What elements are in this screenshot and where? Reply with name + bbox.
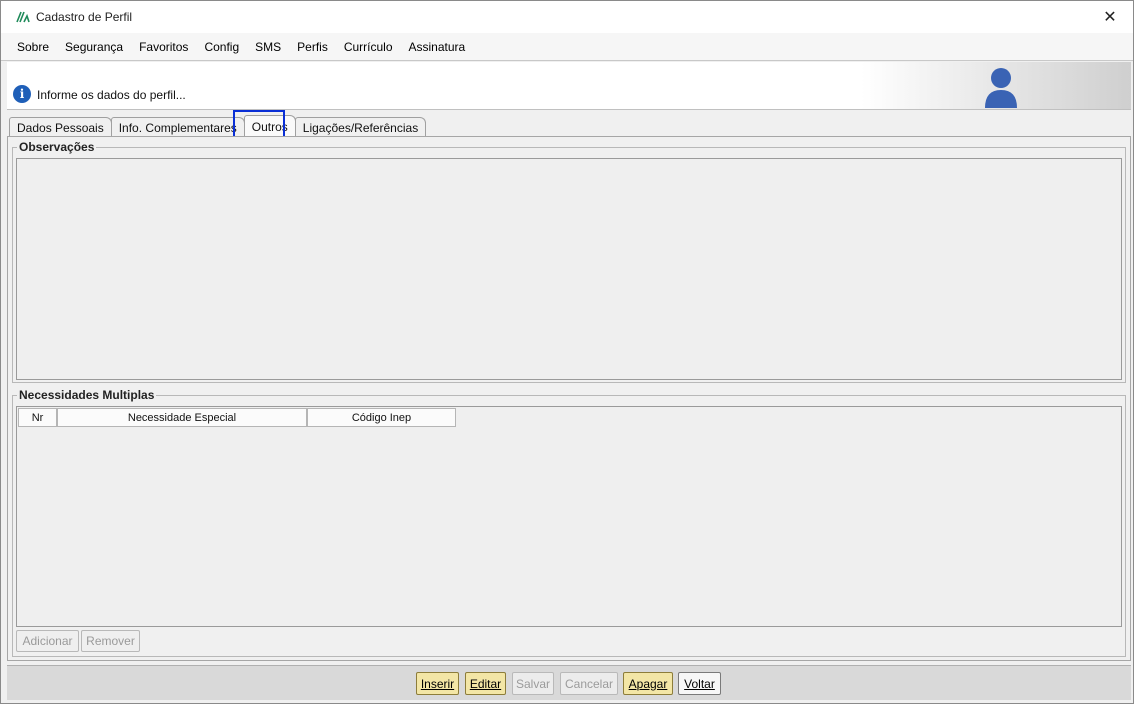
necessidades-table[interactable]: Nr Necessidade Especial Código Inep [16, 406, 1122, 627]
window-title: Cadastro de Perfil [36, 10, 133, 24]
voltar-label: Voltar [684, 676, 715, 691]
info-banner: i Informe os dados do perfil... [7, 62, 1131, 110]
info-icon: i [13, 85, 31, 103]
cancelar-label: Cancelar [564, 676, 614, 691]
salvar-button[interactable]: Salvar [512, 672, 554, 695]
column-header-necessidade-especial[interactable]: Necessidade Especial [57, 408, 307, 427]
column-header-codigo-inep[interactable]: Código Inep [307, 408, 456, 427]
menu-curriculo[interactable]: Currículo [336, 40, 401, 54]
voltar-button[interactable]: Voltar [678, 672, 721, 695]
menu-config[interactable]: Config [196, 40, 247, 54]
menu-seguranca[interactable]: Segurança [57, 40, 131, 54]
close-button[interactable]: ✕ [1087, 1, 1133, 33]
close-icon: ✕ [1103, 9, 1117, 26]
app-logo-icon [16, 11, 30, 23]
apagar-label: Apagar [628, 676, 668, 691]
menu-favoritos[interactable]: Favoritos [131, 40, 196, 54]
editar-label: Editar [469, 676, 502, 691]
apagar-button[interactable]: Apagar [623, 672, 673, 695]
menu-sms[interactable]: SMS [247, 40, 289, 54]
action-bar: Inserir Editar Salvar Cancelar Apagar Vo… [7, 665, 1131, 700]
cancelar-button[interactable]: Cancelar [560, 672, 618, 695]
tab-outros[interactable]: Outros [243, 115, 296, 137]
tab-bar: Dados Pessoais Info. Complementares Outr… [9, 115, 427, 137]
necessidades-title: Necessidades Multiplas [17, 388, 157, 402]
editar-button[interactable]: Editar [465, 672, 506, 695]
menu-bar: Sobre Segurança Favoritos Config SMS Per… [1, 33, 1133, 61]
tab-info-complementares[interactable]: Info. Complementares [110, 117, 245, 137]
column-header-nr[interactable]: Nr [18, 408, 57, 427]
remover-button[interactable]: Remover [81, 630, 140, 652]
user-avatar-icon [985, 68, 1017, 108]
observacoes-title: Observações [17, 140, 97, 154]
salvar-label: Salvar [515, 676, 550, 691]
tab-panel-outros: Observações Necessidades Multiplas Nr Ne… [7, 136, 1131, 661]
tab-dados-pessoais[interactable]: Dados Pessoais [9, 117, 112, 137]
tab-ligacoes-referencias[interactable]: Ligações/Referências [294, 117, 427, 137]
app-window: Cadastro de Perfil ✕ Sobre Segurança Fav… [0, 0, 1134, 704]
menu-assinatura[interactable]: Assinatura [401, 40, 474, 54]
title-bar: Cadastro de Perfil ✕ [1, 1, 1133, 33]
inserir-button[interactable]: Inserir [416, 672, 459, 695]
observacoes-textarea[interactable] [16, 158, 1122, 380]
menu-perfis[interactable]: Perfis [289, 40, 336, 54]
menu-sobre[interactable]: Sobre [9, 40, 57, 54]
inserir-label: Inserir [420, 676, 455, 691]
info-message: Informe os dados do perfil... [37, 88, 186, 102]
adicionar-button[interactable]: Adicionar [16, 630, 79, 652]
